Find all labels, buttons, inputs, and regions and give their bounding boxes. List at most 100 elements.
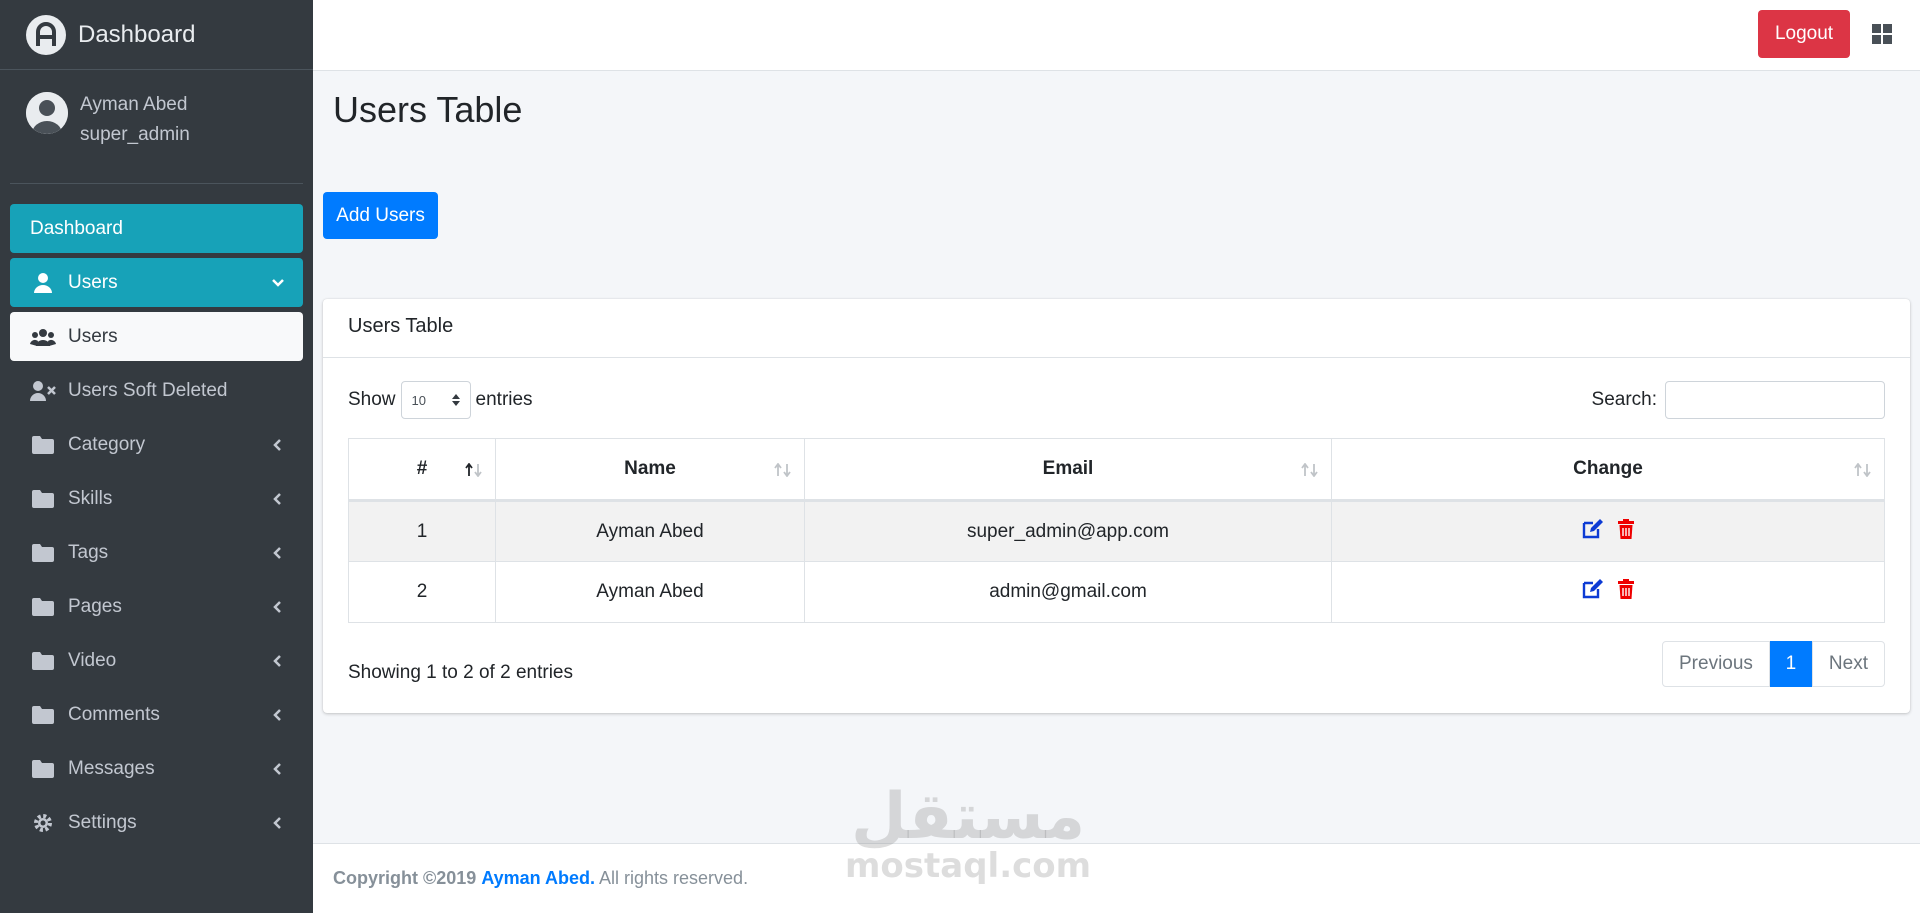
show-label: Show — [348, 389, 396, 410]
chevron-left-icon — [271, 544, 285, 566]
sidebar-item-label: Pages — [68, 595, 122, 617]
search-input[interactable] — [1665, 381, 1885, 419]
cell-email: super_admin@app.com — [804, 500, 1332, 562]
trash-icon[interactable] — [1618, 518, 1634, 545]
brand-title: Dashboard — [78, 20, 196, 48]
add-users-button[interactable]: Add Users — [323, 192, 438, 239]
sidebar-item-pages[interactable]: Pages — [10, 582, 303, 631]
column-header-name[interactable]: Name — [495, 438, 805, 502]
cell-id: 2 — [348, 561, 496, 623]
avatar[interactable] — [26, 92, 68, 134]
users-table: # Name Email Change 1 Ayman Abed super_a… — [348, 438, 1885, 623]
page-length-control: Show 10 entries — [348, 381, 533, 419]
cell-email: admin@gmail.com — [804, 561, 1332, 623]
previous-page-button[interactable]: Previous — [1662, 641, 1770, 687]
users-card: Users Table Show 10 entries Search: # Na… — [323, 299, 1910, 713]
user-times-icon — [30, 380, 56, 401]
cell-name: Ayman Abed — [495, 500, 805, 562]
edit-icon[interactable] — [1582, 579, 1604, 605]
grid-view-icon[interactable] — [1872, 24, 1892, 49]
folder-icon — [30, 651, 56, 671]
sidebar-item-skills[interactable]: Skills — [10, 474, 303, 523]
select-arrows-icon — [451, 394, 460, 406]
sidebar-item-comments[interactable]: Comments — [10, 690, 303, 739]
sidebar-item-label: Video — [68, 649, 117, 671]
sidebar-item-users-menu[interactable]: Users — [10, 258, 303, 307]
gear-icon — [30, 813, 56, 833]
watermark-arabic: مستقل — [851, 780, 1086, 854]
sidebar-nav: Dashboard Users Users Users Soft Deleted — [0, 184, 313, 847]
column-header-change[interactable]: Change — [1331, 438, 1885, 502]
sidebar-item-label: Dashboard — [30, 217, 123, 239]
chevron-left-icon — [271, 490, 285, 512]
chevron-down-icon — [271, 274, 285, 296]
logout-button[interactable]: Logout — [1758, 10, 1850, 58]
search-label: Search: — [1591, 389, 1657, 410]
chevron-left-icon — [271, 760, 285, 782]
sidebar-item-category[interactable]: Category — [10, 420, 303, 469]
trash-icon[interactable] — [1618, 579, 1634, 605]
sort-asc-icon — [465, 461, 483, 483]
watermark: مستقل mostaql.com — [845, 785, 1091, 883]
watermark-latin: mostaql.com — [845, 846, 1092, 886]
next-page-button[interactable]: Next — [1811, 641, 1885, 687]
sidebar-item-messages[interactable]: Messages — [10, 744, 303, 793]
folder-icon — [30, 489, 56, 509]
page-length-value: 10 — [411, 392, 426, 408]
cell-id: 1 — [348, 500, 496, 562]
sidebar-item-label: Comments — [68, 703, 160, 725]
sidebar-item-label: Tags — [68, 541, 109, 563]
chevron-left-icon — [271, 598, 285, 620]
user-panel: Ayman Abed super_admin — [10, 70, 303, 184]
column-header-email[interactable]: Email — [804, 438, 1332, 502]
sidebar-item-label: Skills — [68, 487, 113, 509]
column-header-id[interactable]: # — [348, 438, 496, 502]
brand-logo-icon — [26, 14, 66, 55]
folder-icon — [30, 759, 56, 779]
folder-icon — [30, 435, 56, 455]
card-title: Users Table — [323, 299, 1910, 358]
top-navbar: Logout — [313, 0, 1920, 71]
user-role: super_admin — [80, 124, 190, 145]
sort-icon — [1854, 461, 1872, 483]
table-info: Showing 1 to 2 of 2 entries — [348, 662, 573, 683]
sidebar-item-tags[interactable]: Tags — [10, 528, 303, 577]
sort-icon — [774, 461, 792, 483]
user-icon — [30, 272, 56, 293]
page-1-button[interactable]: 1 — [1769, 641, 1812, 687]
sidebar: Dashboard Ayman Abed super_admin Dashboa… — [0, 0, 313, 913]
cell-actions — [1331, 561, 1885, 623]
pagination: Previous 1 Next — [1662, 641, 1885, 687]
folder-icon — [30, 597, 56, 617]
chevron-left-icon — [271, 706, 285, 728]
brand[interactable]: Dashboard — [0, 0, 313, 70]
cell-name: Ayman Abed — [495, 561, 805, 623]
cell-actions — [1331, 500, 1885, 562]
footer-rights: All rights reserved. — [599, 868, 749, 888]
sidebar-item-label: Settings — [68, 811, 137, 833]
user-name[interactable]: Ayman Abed — [80, 90, 190, 120]
sidebar-item-users-soft-deleted[interactable]: Users Soft Deleted — [10, 366, 303, 415]
folder-icon — [30, 705, 56, 725]
entries-label: entries — [475, 389, 533, 410]
table-row: 2 Ayman Abed admin@gmail.com — [348, 561, 1885, 623]
footer: Copyright ©2019 Ayman Abed. All rights r… — [313, 843, 1920, 913]
users-group-icon — [30, 327, 56, 347]
chevron-left-icon — [271, 436, 285, 458]
sidebar-item-video[interactable]: Video — [10, 636, 303, 685]
table-row: 1 Ayman Abed super_admin@app.com — [348, 500, 1885, 562]
table-search: Search: — [1592, 381, 1885, 419]
chevron-left-icon — [271, 652, 285, 674]
chevron-left-icon — [271, 814, 285, 836]
sidebar-item-users[interactable]: Users — [10, 312, 303, 361]
sidebar-item-settings[interactable]: Settings — [10, 798, 303, 847]
sidebar-item-label: Users Soft Deleted — [68, 379, 228, 401]
sidebar-item-label: Category — [68, 433, 146, 455]
sidebar-item-dashboard[interactable]: Dashboard — [10, 204, 303, 253]
edit-icon[interactable] — [1582, 518, 1604, 545]
footer-author-link[interactable]: Ayman Abed. — [481, 868, 595, 888]
sidebar-item-label: Users — [68, 271, 118, 293]
page-length-select[interactable]: 10 — [400, 381, 471, 419]
sort-icon — [1301, 461, 1319, 483]
folder-icon — [30, 543, 56, 563]
